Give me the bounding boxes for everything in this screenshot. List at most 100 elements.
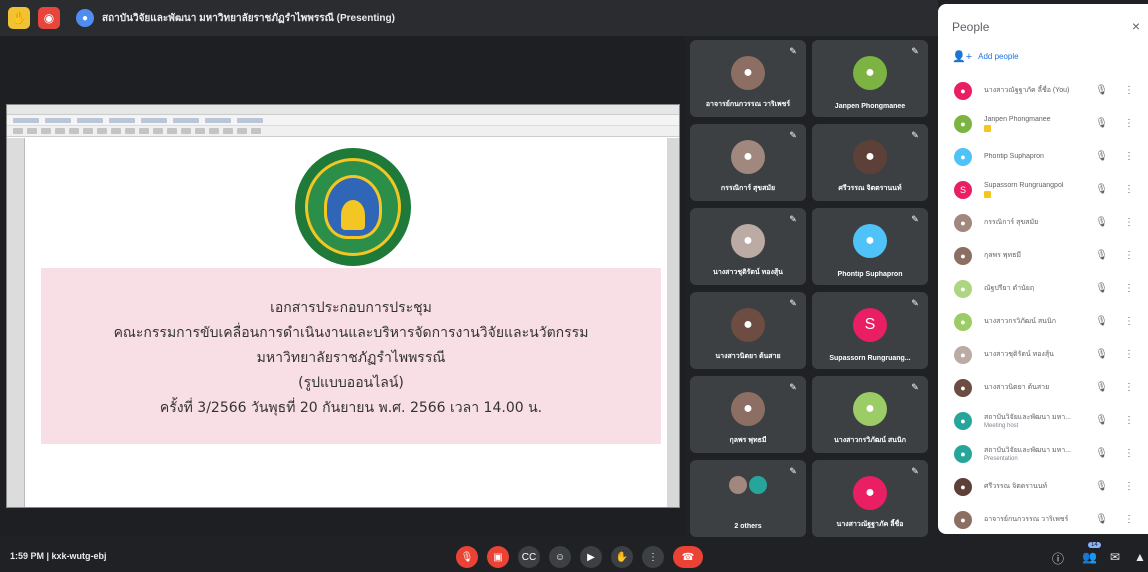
participant-tile[interactable]: ✎ ● นางสาวนิตยา ต้นสาย [690,292,806,369]
list-item[interactable]: ● นางสาวนิตยา ต้นสาย 🎙 ⋮ [948,371,1144,404]
participant-name: อาจารย์กนกวรรณ วาริเพชร์ [705,101,791,108]
avatar: S [853,308,887,342]
add-person-icon: 👤+ [952,51,973,63]
document-text: เอกสารประกอบการประชุม คณะกรรมการขับเคลื่… [41,296,661,421]
avatar: ● [954,444,972,463]
mic-muted-icon: 🎙 [1095,85,1108,96]
more-options-icon[interactable]: ⋮ [1124,118,1134,129]
close-icon[interactable]: × [1132,18,1140,34]
participant-tile[interactable]: ✎ ● นางสาวชุติรัตน์ ทองสุ้น [690,208,806,285]
more-options-icon[interactable]: ⋮ [1124,151,1134,162]
participant-tile[interactable]: ✎ ● ศรีวรรณ จิตตรานนท์ [812,124,928,201]
mic-off-icon[interactable]: 🎙 [456,546,478,568]
more-options-icon[interactable]: ⋮ [1124,217,1134,228]
person-name: สถาบันวิจัยและพัฒนา มหา... [984,414,1071,421]
participant-name: Janpen Phongmanee [834,103,906,110]
list-item[interactable]: S Supassorn Rungruangpol 🎙 ⋮ [948,173,1144,206]
participant-name: นางสาวกรวิภัฒน์ สนนิก [834,437,906,444]
raise-hand-icon[interactable]: ✋ [611,546,633,568]
person-name-block: นางสาวณัฐฐาภัค ลี้ชื่อ (You) [984,85,1078,96]
people-icon[interactable]: 👥 [1082,550,1097,564]
more-options-icon[interactable]: ⋮ [1124,316,1134,327]
mic-muted-icon: ✎ [911,382,919,392]
avatar: ● [853,140,887,174]
mic-muted-icon: 🎙 [1095,481,1108,492]
person-name: Supassorn Rungruangpol [984,181,1064,189]
avatar: ● [853,392,887,426]
mic-muted-icon: ✎ [789,382,797,392]
person-role: Meeting host [984,423,1019,429]
list-item[interactable]: ● อาจารย์กนกวรรณ วาริเพชร์ 🎙 ⋮ [948,503,1144,536]
more-options-icon[interactable]: ⋮ [1124,415,1134,426]
list-item[interactable]: ● สถาบันวิจัยและพัฒนา มหา... Meeting host 🎙… [948,404,1144,437]
more-options-icon[interactable]: ⋮ [1124,382,1134,393]
person-name-block: นางสาวชุติรัตน์ ทองสุ้น [984,349,1078,360]
meeting-details-icon[interactable]: ⓘ [1052,550,1064,567]
chat-icon[interactable]: ✉ [1110,550,1120,564]
participant-tile[interactable]: ✎ ● กุลพร พุทธมี [690,376,806,453]
more-options-icon[interactable]: ⋮ [1124,349,1134,360]
more-options-icon[interactable]: ⋮ [1124,85,1134,96]
meeting-time-code: 1:59 PM | kxk-wutg-ebj [10,551,107,561]
list-item[interactable]: ● กรรณิการ์ สุขสมัย 🎙 ⋮ [948,206,1144,239]
person-name: กรรณิการ์ สุขสมัย [984,219,1039,226]
list-item[interactable]: ● นางสาวณัฐฐาภัค ลี้ชื่อ (You) 🎙 ⋮ [948,74,1144,107]
mic-muted-icon: 🎙 [1095,415,1108,426]
person-name-block: สถาบันวิจัยและพัฒนา มหา... Meeting host [984,412,1078,429]
list-item[interactable]: ● นางสาวชุติรัตน์ ทองสุ้น 🎙 ⋮ [948,338,1144,371]
more-options-icon[interactable]: ⋮ [1124,481,1134,492]
activities-icon[interactable]: ▲ [1134,550,1146,564]
list-item[interactable]: ● สถาบันวิจัยและพัฒนา มหา... Presentation 🎙… [948,437,1144,470]
participant-tile[interactable]: ✎ ● Phontip Suphapron [812,208,928,285]
captions-icon[interactable]: CC [518,546,540,568]
hand-icon[interactable]: ✋ [8,7,30,29]
person-name-block: กรรณิการ์ สุขสมัย [984,217,1078,228]
participant-tile[interactable]: ✎ ● นางสาวณัฐฐาภัค ลี้ชื่อ [812,460,928,537]
list-item[interactable]: ● Janpen Phongmanee 🎙 ⋮ [948,107,1144,140]
participant-tile[interactable]: ✎ ● นางสาวกรวิภัฒน์ สนนิก [812,376,928,453]
presenter-avatar: ● [76,9,94,27]
more-options-icon[interactable]: ⋮ [1124,448,1134,459]
participant-name: นางสาวณัฐฐาภัค ลี้ชื่อ [836,521,904,528]
person-role: Presentation [984,456,1018,462]
doc-line: ครั้งที่ 3/2566 วันพุธที่ 20 กันยายน พ.ศ… [159,400,543,416]
mic-muted-icon: 🎙 [1095,349,1108,360]
leave-call-icon[interactable]: ☎ [673,546,703,568]
list-item[interactable]: ● นางสาวกรวิภัฒน์ สนนิก 🎙 ⋮ [948,305,1144,338]
avatar: ● [954,378,972,397]
participant-name: นางสาวนิตยา ต้นสาย [715,353,781,360]
mic-muted-icon: ✎ [789,130,797,140]
more-options-icon[interactable]: ⋮ [1124,283,1134,294]
people-panel: People × 👤+ Add people ● นางสาวณัฐฐาภัค ล… [938,4,1148,534]
more-options-icon[interactable]: ⋮ [1124,514,1134,525]
person-name-block: ศรีวรรณ จิตตรานนท์ [984,481,1078,492]
list-item[interactable]: ● ศรีวรรณ จิตตรานนท์ 🎙 ⋮ [948,470,1144,503]
document-toolbar [7,115,679,126]
camera-off-icon[interactable]: ▣ [487,546,509,568]
more-options-icon[interactable]: ⋮ [1124,250,1134,261]
list-item[interactable]: ● Phontip Suphapron 🎙 ⋮ [948,140,1144,173]
participant-tile[interactable]: ✎ 2 others [690,460,806,537]
present-screen-icon[interactable]: ▶ [580,546,602,568]
university-seal-logo [295,148,411,266]
more-options-icon[interactable]: ⋮ [642,546,664,568]
participant-tile[interactable]: ✎ ● อาจารย์กนกวรรณ วาริเพชร์ [690,40,806,117]
add-people-button[interactable]: 👤+ Add people [952,50,1019,63]
participant-tile[interactable]: ✎ S Supassorn Rungruang... [812,292,928,369]
person-name: นางสาวณัฐฐาภัค ลี้ชื่อ (You) [984,87,1070,94]
avatar: ● [954,246,972,265]
mic-muted-icon: 🎙 [1095,448,1108,459]
participant-tile[interactable]: ✎ ● กรรณิการ์ สุขสมัย [690,124,806,201]
list-item[interactable]: ● ณัฐปรียา ตำนัยฤ 🎙 ⋮ [948,272,1144,305]
person-name-block: Phontip Suphapron [984,153,1078,160]
avatar: ● [853,224,887,258]
document-window-titlebar [7,105,679,115]
mic-muted-icon: ✎ [911,46,919,56]
more-options-icon[interactable]: ⋮ [1124,184,1134,195]
participant-tile[interactable]: ✎ ● Janpen Phongmanee [812,40,928,117]
person-name: สถาบันวิจัยและพัฒนา มหา... [984,447,1071,454]
list-item[interactable]: ● กุลพร พุทธมี 🎙 ⋮ [948,239,1144,272]
avatar: S [954,180,972,199]
emoji-icon[interactable]: ☺ [549,546,571,568]
stop-presenting-icon[interactable]: ◉ [38,7,60,29]
